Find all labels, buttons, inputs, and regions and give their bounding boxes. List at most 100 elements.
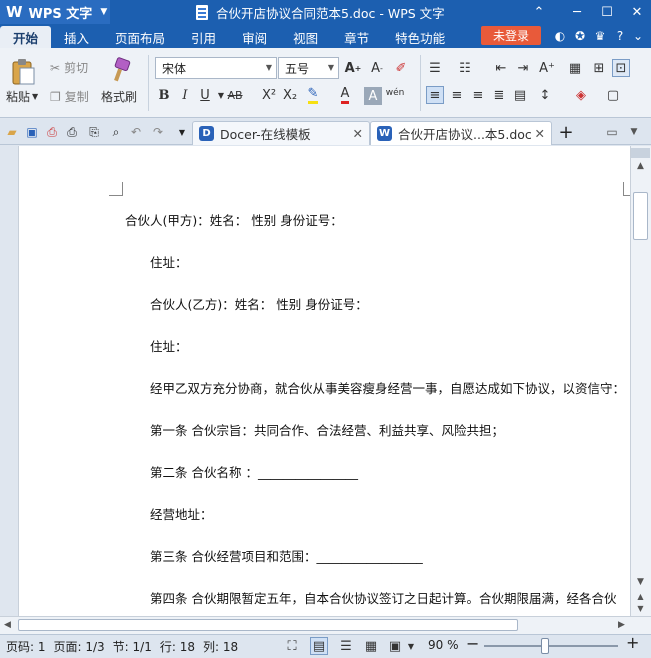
strikethrough-icon[interactable]: AB [226,86,244,104]
numbering-icon[interactable]: ☷ [456,59,474,77]
tab-list-icon[interactable]: ▭ [604,124,620,140]
table-icon[interactable]: ▦ [566,59,584,77]
shading-fill-icon[interactable]: ◈ [572,86,590,104]
web-view-icon[interactable]: ▦ [362,637,380,655]
show-marks-icon[interactable]: ⊞ [590,59,608,77]
format-painter-button[interactable]: 格式刷 [101,88,137,105]
menu-tab-chapter[interactable]: 章节 [331,26,382,48]
zoom-out-icon[interactable]: − [466,636,479,652]
scroll-up-icon[interactable]: ▲ [631,158,650,174]
chevron-down-icon[interactable]: ▼ [626,124,642,140]
chevron-down-icon[interactable]: ⌄ [630,28,646,44]
vertical-scroll-thumb[interactable] [633,192,648,240]
outline-view-icon[interactable]: ☰ [337,637,355,655]
zoom-slider-track[interactable] [484,645,618,647]
app-menu-button[interactable]: W WPS 文字 ▼ [0,0,110,24]
next-page-icon[interactable]: ▼ [631,600,650,616]
paragraph-marks-icon[interactable]: ⊡ [612,59,630,77]
font-name-select[interactable]: 宋体 ▼ [155,57,277,79]
font-size-select[interactable]: 五号 ▼ [278,57,339,79]
paste-button[interactable]: 粘贴 ▼ [6,88,38,105]
document-paragraph: 第二条 合伙名称 ：________________ [150,465,358,480]
close-button[interactable]: ✕ [622,0,651,24]
menu-tab-special[interactable]: 特色功能 [382,26,458,48]
chevron-down-icon[interactable]: ▼ [174,124,190,140]
tab-document[interactable]: W 合伙开店协议...本5.doc ✕ [370,121,552,145]
bold-icon[interactable]: B [155,86,173,104]
horizontal-scroll-thumb[interactable] [18,619,518,631]
export-pdf-icon[interactable]: ⎙ [44,124,60,140]
divider [420,55,421,111]
status-row[interactable]: 行: 18 [156,638,199,655]
restore-ribbon-button[interactable]: ⌃ [524,0,554,24]
gift-icon[interactable]: ✪ [572,28,588,44]
zoom-level[interactable]: 90 % [428,638,459,652]
undo-icon[interactable]: ↶ [128,124,144,140]
save-icon[interactable]: ▣ [24,124,40,140]
bullets-icon[interactable]: ☰ [426,59,444,77]
status-pages[interactable]: 页面: 1/3 [50,638,109,655]
close-icon[interactable]: ✕ [353,126,363,141]
vertical-scrollbar[interactable]: ▲ ▼ ▲ ▼ [630,146,651,616]
skin-icon[interactable]: ♛ [592,28,608,44]
status-page-number[interactable]: 页码: 1 [2,638,50,655]
paste-icon[interactable] [8,57,38,87]
split-handle-icon[interactable] [631,148,650,158]
redo-icon[interactable]: ↷ [150,124,166,140]
minimize-button[interactable]: ─ [562,0,592,24]
copy-icon: ❐ [50,89,61,104]
menu-tab-references[interactable]: 引用 [178,26,229,48]
align-left-icon[interactable]: ≡ [426,86,444,104]
login-button[interactable]: 未登录 [481,26,541,45]
document-icon [196,5,208,20]
borders-icon[interactable]: ▢ [604,86,622,104]
print-preview-icon[interactable]: ⎘ [86,124,102,140]
char-shading-icon[interactable]: A [364,87,382,105]
menu-tab-view[interactable]: 视图 [280,26,331,48]
sync-icon[interactable]: ◐ [552,28,568,44]
menu-tab-home[interactable]: 开始 [0,26,52,48]
superscript-icon[interactable]: X² [260,86,278,104]
scroll-right-icon[interactable]: ▶ [618,620,625,630]
shrink-font-icon[interactable]: A- [368,59,386,77]
clear-format-icon[interactable]: ✐ [392,59,410,77]
format-painter-icon[interactable] [110,57,132,83]
menu-tab-insert[interactable]: 插入 [51,26,102,48]
align-right-icon[interactable]: ≡ [469,86,487,104]
print-icon[interactable]: ⎙ [64,124,80,140]
highlight-icon[interactable]: ✎ [304,86,322,104]
chevron-down-icon[interactable]: ▼ [402,637,420,655]
new-tab-icon[interactable]: + [558,122,574,143]
decrease-indent-icon[interactable]: ⇤ [492,59,510,77]
menu-tab-review[interactable]: 审阅 [229,26,280,48]
copy-button[interactable]: ❐ 复制 [50,88,89,105]
maximize-button[interactable]: ☐ [592,0,622,24]
increase-indent-icon[interactable]: ⇥ [514,59,532,77]
justify-icon[interactable]: ≣ [490,86,508,104]
align-center-icon[interactable]: ≡ [448,86,466,104]
status-section[interactable]: 节: 1/1 [109,638,156,655]
close-icon[interactable]: ✕ [535,126,545,141]
status-column[interactable]: 列: 18 [199,638,242,655]
subscript-icon[interactable]: X₂ [281,86,299,104]
zoom-slider-thumb[interactable] [541,638,549,654]
tab-docer[interactable]: D Docer-在线模板 ✕ [192,121,370,145]
page-view-icon[interactable]: ▤ [310,637,328,655]
document-page[interactable]: 合伙人(甲方)：姓名： 性别 身份证号： 住址： 合伙人(乙方)：姓名： 性别 … [18,146,637,616]
spell-check-icon[interactable]: ⌕ [108,124,124,140]
cut-button[interactable]: ✂ 剪切 [50,59,88,76]
distribute-icon[interactable]: ▤ [511,86,529,104]
zoom-in-icon[interactable]: + [626,635,639,651]
font-color-icon[interactable]: A [336,86,354,104]
text-direction-icon[interactable]: A⁺ [538,59,556,77]
open-folder-icon[interactable]: ▰ [4,124,20,140]
horizontal-scrollbar[interactable]: ◀ ▶ [0,616,651,634]
help-icon[interactable]: ? [612,28,628,44]
fullscreen-view-icon[interactable]: ⛶ [283,637,301,655]
menu-tab-page-layout[interactable]: 页面布局 [102,26,178,48]
grow-font-icon[interactable]: A + [344,59,362,77]
italic-icon[interactable]: I [176,86,194,104]
line-spacing-icon[interactable]: ↕ [536,86,554,104]
phonetic-guide-icon[interactable]: wén [386,84,405,102]
scroll-left-icon[interactable]: ◀ [4,620,11,630]
